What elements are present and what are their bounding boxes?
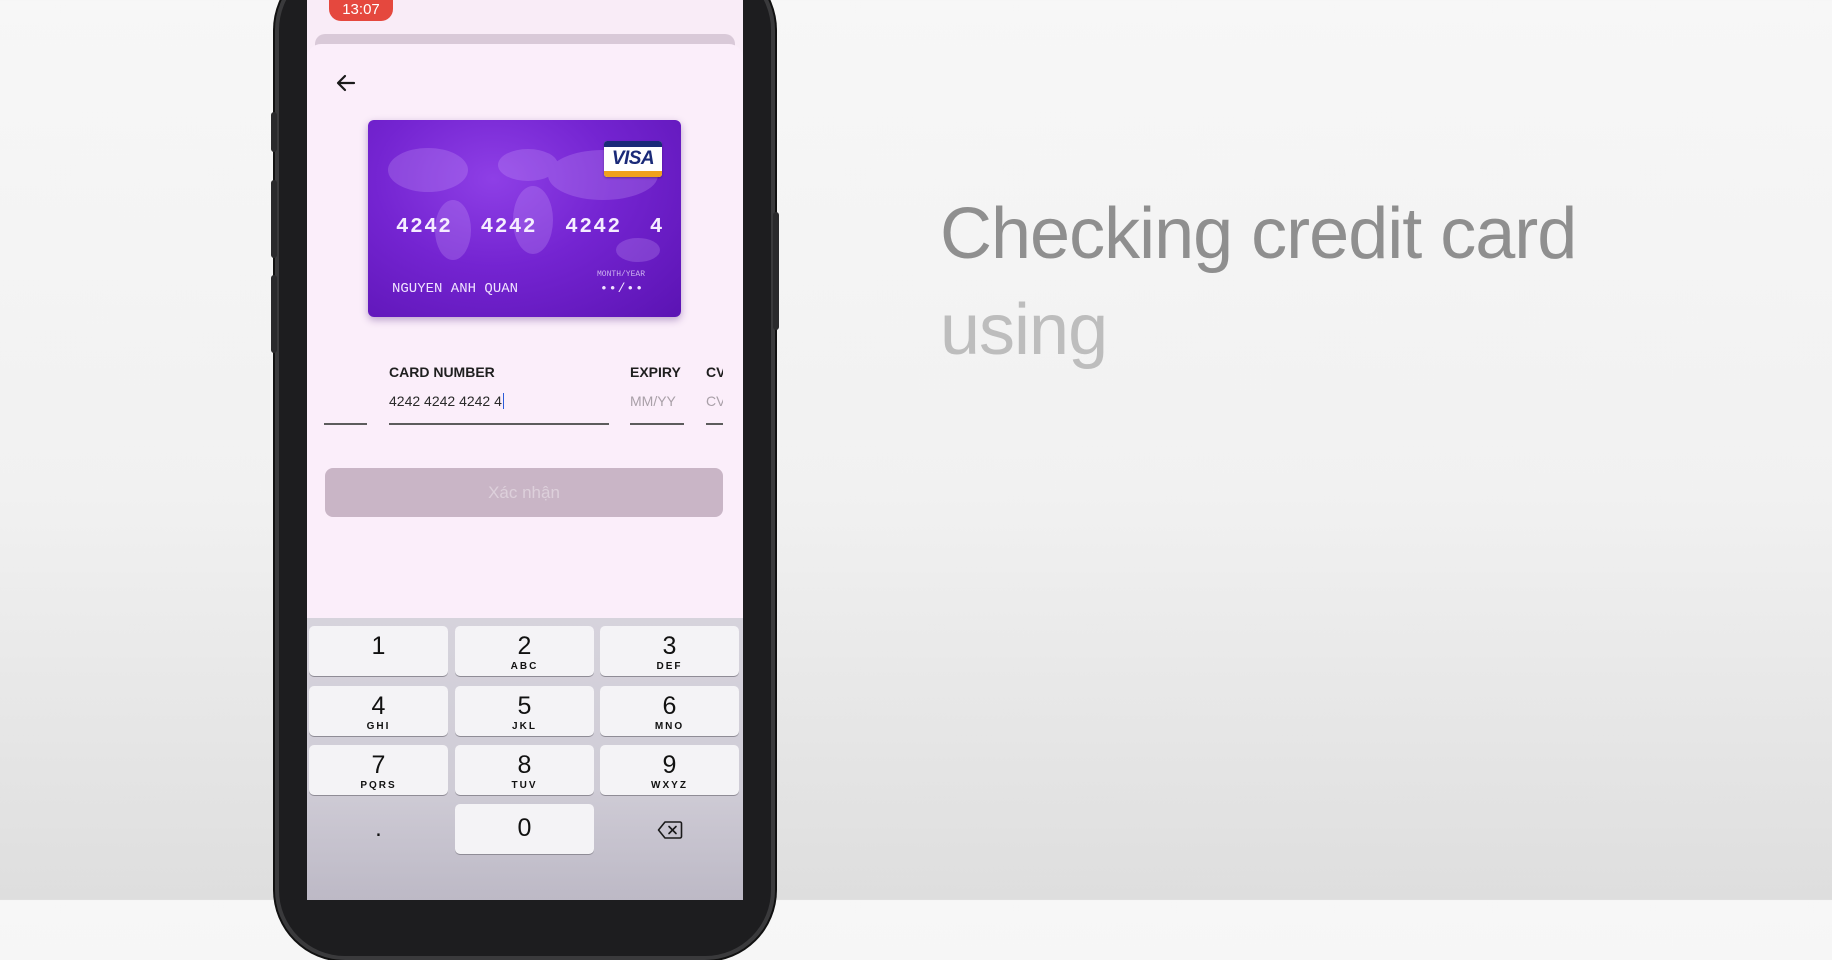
key-letters: JKL: [512, 721, 537, 732]
phone-screen: VISA 4242 4242 4242 4 MONTH/YEAR NGUYEN …: [307, 0, 743, 900]
card-number-display: 4242 4242 4242 4: [396, 216, 664, 239]
key-digit: 9: [662, 751, 677, 779]
phone-side-button: [271, 180, 277, 258]
card-expiry-display: ••/••: [600, 281, 645, 296]
key-8[interactable]: 8 TUV: [455, 745, 594, 795]
key-letters: TUV: [511, 780, 538, 791]
card-expiry-label: MONTH/YEAR: [597, 270, 646, 279]
status-time-pill: 13:07: [329, 0, 393, 21]
key-1[interactable]: 1: [309, 626, 448, 676]
key-letters: PQRS: [360, 780, 397, 791]
key-digit: 3: [662, 632, 677, 660]
key-digit: 5: [517, 692, 532, 720]
phone-side-button: [271, 275, 277, 353]
cvc-underline: [706, 423, 723, 425]
key-digit: 8: [517, 751, 532, 779]
key-4[interactable]: 4 GHI: [309, 686, 448, 736]
key-dot[interactable]: .: [309, 804, 448, 854]
expiry-label: EXPIRY: [630, 364, 681, 380]
key-letters: MNO: [654, 721, 685, 732]
key-letters: GHI: [366, 721, 391, 732]
confirm-button[interactable]: Xác nhận: [325, 468, 723, 517]
visa-logo: VISA: [604, 141, 662, 177]
key-digit: 0: [517, 814, 532, 842]
key-5[interactable]: 5 JKL: [455, 686, 594, 736]
credit-card-preview: VISA 4242 4242 4242 4 MONTH/YEAR NGUYEN …: [368, 120, 681, 317]
key-9[interactable]: 9 WXYZ: [600, 745, 739, 795]
key-letters: ABC: [510, 661, 539, 672]
cvc-label: CV: [706, 364, 723, 380]
phone-side-button: [271, 112, 277, 152]
arrow-left-icon: [336, 74, 356, 92]
phone-side-button: [773, 212, 779, 330]
headline: Checking credit card using: [940, 186, 1760, 378]
key-6[interactable]: 6 MNO: [600, 686, 739, 736]
card-number-input[interactable]: 4242 4242 4242 4: [389, 390, 609, 420]
expiry-underline: [630, 423, 684, 425]
cvc-input[interactable]: CV: [706, 390, 723, 420]
card-holder-name: NGUYEN ANH QUAN: [392, 281, 519, 297]
key-0[interactable]: 0: [455, 804, 594, 854]
headline-line-1: Checking credit card: [940, 194, 1577, 274]
headline-line-2: using: [940, 290, 1108, 370]
backspace-icon: [657, 820, 682, 839]
key-7[interactable]: 7 PQRS: [309, 745, 448, 795]
backspace-key[interactable]: [600, 804, 739, 854]
key-digit: 7: [371, 751, 386, 779]
back-button[interactable]: [329, 66, 363, 100]
key-digit: 4: [371, 692, 386, 720]
card-number-underline: [389, 423, 609, 425]
card-icon-field-underline: [324, 423, 367, 425]
numeric-keypad: 1 2 ABC 3 DEF 4 GHI 5 JKL 6 MNO 7 PQRS 8: [307, 618, 743, 900]
card-number-label: CARD NUMBER: [389, 364, 495, 380]
card-number-value: 4242 4242 4242 4: [389, 393, 502, 409]
card-brand: VISA: [611, 148, 655, 169]
key-digit: 2: [517, 632, 532, 660]
key-letters: WXYZ: [651, 780, 688, 791]
key-3[interactable]: 3 DEF: [600, 626, 739, 676]
text-caret: [502, 393, 505, 409]
key-2[interactable]: 2 ABC: [455, 626, 594, 676]
key-digit: 1: [371, 632, 386, 660]
key-digit: 6: [662, 692, 677, 720]
key-letters: DEF: [656, 661, 683, 672]
expiry-input[interactable]: MM/YY: [630, 390, 684, 420]
